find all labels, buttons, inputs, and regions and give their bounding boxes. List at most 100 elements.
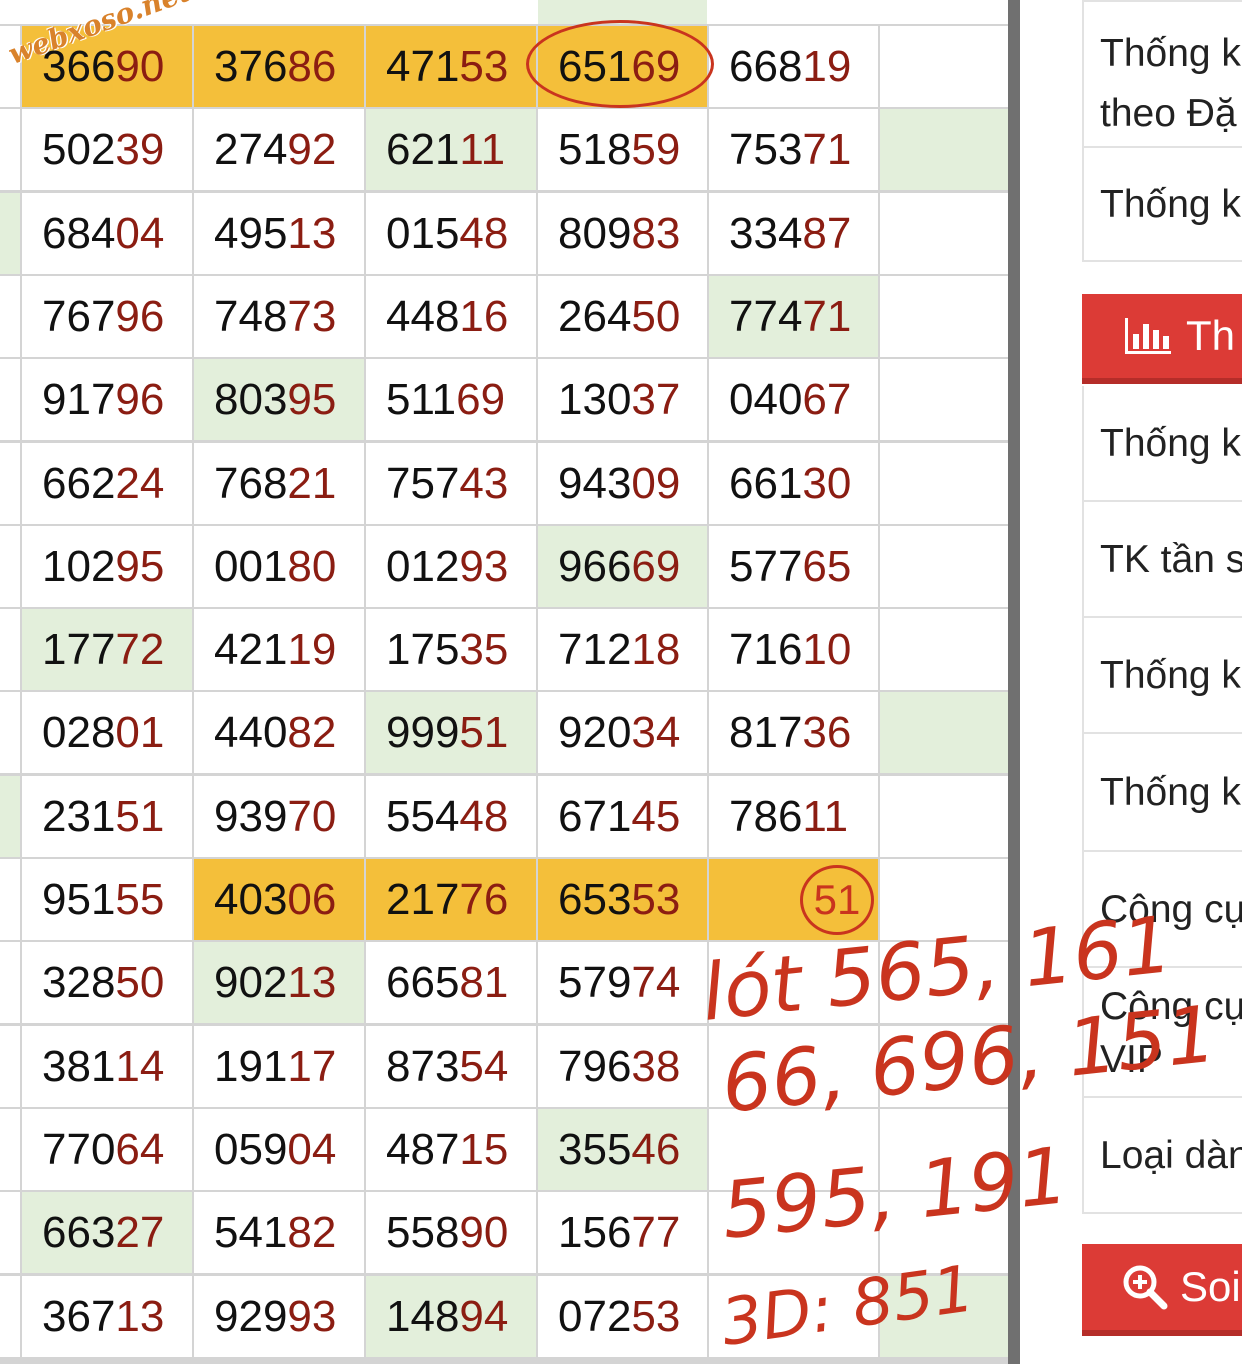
sidebar-item-vip-tool[interactable]: Công cụ VIP [1082,968,1242,1098]
number-tail: 15 [459,1124,509,1174]
table-cell: 001 80 [194,526,364,607]
table-cell: 448 16 [366,276,536,357]
table-cell [709,1109,878,1190]
table-cell [880,1026,1008,1107]
table-cell: 367 13 [22,1276,192,1357]
highlight-ring [526,20,714,108]
sidebar: Thống k theo Đặ Thống k Th Thống k TK tần… [1020,0,1242,1364]
table-cell [880,609,1008,690]
number-head: 809 [558,208,632,258]
number-tail: 19 [287,624,337,674]
sidebar-item-label: Thống k [1100,422,1241,465]
table-cell [880,859,1008,940]
table-cell: 274 92 [194,109,364,190]
table-cell: 511 69 [366,359,536,440]
table-cell: 156 77 [538,1192,707,1273]
sidebar-item[interactable]: Thống k [1082,386,1242,502]
table-cell: 175 35 [366,609,536,690]
number-tail: 13 [287,208,337,258]
table-cell-stub [0,942,20,1023]
table-cell: 999 51 [366,692,536,773]
sidebar-header-stats[interactable]: Th [1082,294,1242,384]
number-head: 355 [558,1124,632,1174]
table-cell-stub [0,526,20,607]
number-tail: 93 [459,541,509,591]
number-tail: 46 [631,1124,681,1174]
sidebar-item[interactable]: Thống k [1082,618,1242,734]
sidebar-item[interactable]: TK tần s [1082,502,1242,618]
number-head: 577 [729,541,803,591]
number-tail: 37 [631,374,681,424]
sidebar-item-label: VIP [1100,1038,1163,1081]
table-cell: 662 24 [22,443,192,524]
number-head: 177 [42,624,116,674]
number-head: 421 [214,624,288,674]
number-head: 376 [214,41,288,91]
table-cell-stub [0,1109,20,1190]
number-tail: 21 [287,458,337,508]
number-tail: 81 [459,957,509,1007]
number-tail: 71 [802,291,852,341]
number-tail: 71 [802,124,852,174]
number-head: 767 [42,291,116,341]
number-tail: 83 [631,208,681,258]
number-head: 929 [214,1291,288,1341]
number-head: 554 [386,791,460,841]
sidebar-item-stats-special[interactable]: Thống k theo Đặ [1082,0,1242,148]
table-cell: 148 94 [366,1276,536,1357]
number-head: 328 [42,957,116,1007]
number-tail: 48 [459,208,509,258]
number-tail: 50 [115,957,165,1007]
number-tail: 90 [115,41,165,91]
sidebar-item[interactable]: Công cụ [1082,852,1242,968]
number-head: 939 [214,791,288,841]
number-head: 665 [386,957,460,1007]
number-head: 943 [558,458,632,508]
number-tail: 13 [287,957,337,1007]
number-head: 448 [386,291,460,341]
sidebar-item-pattern-type[interactable]: Loại dàn [1082,1098,1242,1214]
table-cell: 621 11 [366,109,536,190]
number-head: 471 [386,41,460,91]
table-cell: 177 72 [22,609,192,690]
number-head: 156 [558,1207,632,1257]
sidebar-button-soi[interactable]: Soi [1082,1244,1242,1336]
number-head: 102 [42,541,116,591]
number-tail: 80 [287,541,337,591]
table-cell: 951 55 [22,859,192,940]
sidebar-item[interactable]: Thống k [1082,734,1242,852]
number-head: 001 [214,541,288,591]
number-head: 902 [214,957,288,1007]
number-head: 716 [729,624,803,674]
table-cell: 671 45 [538,776,707,857]
number-head: 028 [42,707,116,757]
table-cell: 191 17 [194,1026,364,1107]
number-head: 966 [558,541,632,591]
table-cell [880,942,1008,1023]
table-cell: 966 69 [538,526,707,607]
number-tail: 34 [631,707,681,757]
number-head: 796 [558,1041,632,1091]
sidebar-item-stats[interactable]: Thống k [1082,148,1242,262]
table-cell: 381 14 [22,1026,192,1107]
table-cell: 518 59 [538,109,707,190]
table-cell [709,1026,878,1107]
table-cell: 421 19 [194,609,364,690]
number-head: 653 [558,874,632,924]
number-head: 334 [729,208,803,258]
table-cell: 770 64 [22,1109,192,1190]
sidebar-item-label: Loại dàn [1100,1134,1242,1177]
table-cell [880,776,1008,857]
number-head: 072 [558,1291,632,1341]
table-cell: 376 86 [194,26,364,107]
table-cell [709,1276,878,1357]
number-head: 217 [386,874,460,924]
number-tail: 96 [115,291,165,341]
table-cell [880,193,1008,274]
table-cell: 774 71 [709,276,878,357]
number-tail: 09 [631,458,681,508]
number-head: 502 [42,124,116,174]
number-head: 518 [558,124,632,174]
number-head: 999 [386,707,460,757]
number-head: 662 [42,458,116,508]
